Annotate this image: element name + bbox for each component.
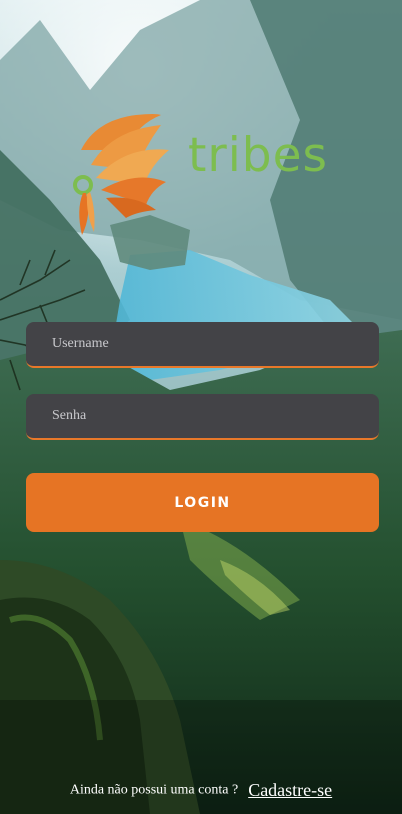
no-account-text: Ainda não possui uma conta ? — [69, 782, 239, 798]
password-input[interactable] — [26, 394, 379, 440]
signup-link[interactable]: Cadastre-se — [248, 780, 332, 800]
username-input[interactable] — [26, 322, 379, 368]
feather-headdress-icon — [66, 110, 181, 240]
brand-wordmark: tribes — [188, 128, 329, 183]
login-button[interactable]: LOGIN — [26, 473, 379, 532]
signup-prompt: Ainda não possui uma conta ? Cadastre-se — [0, 780, 402, 801]
tribes-logo: tribes — [66, 110, 336, 245]
